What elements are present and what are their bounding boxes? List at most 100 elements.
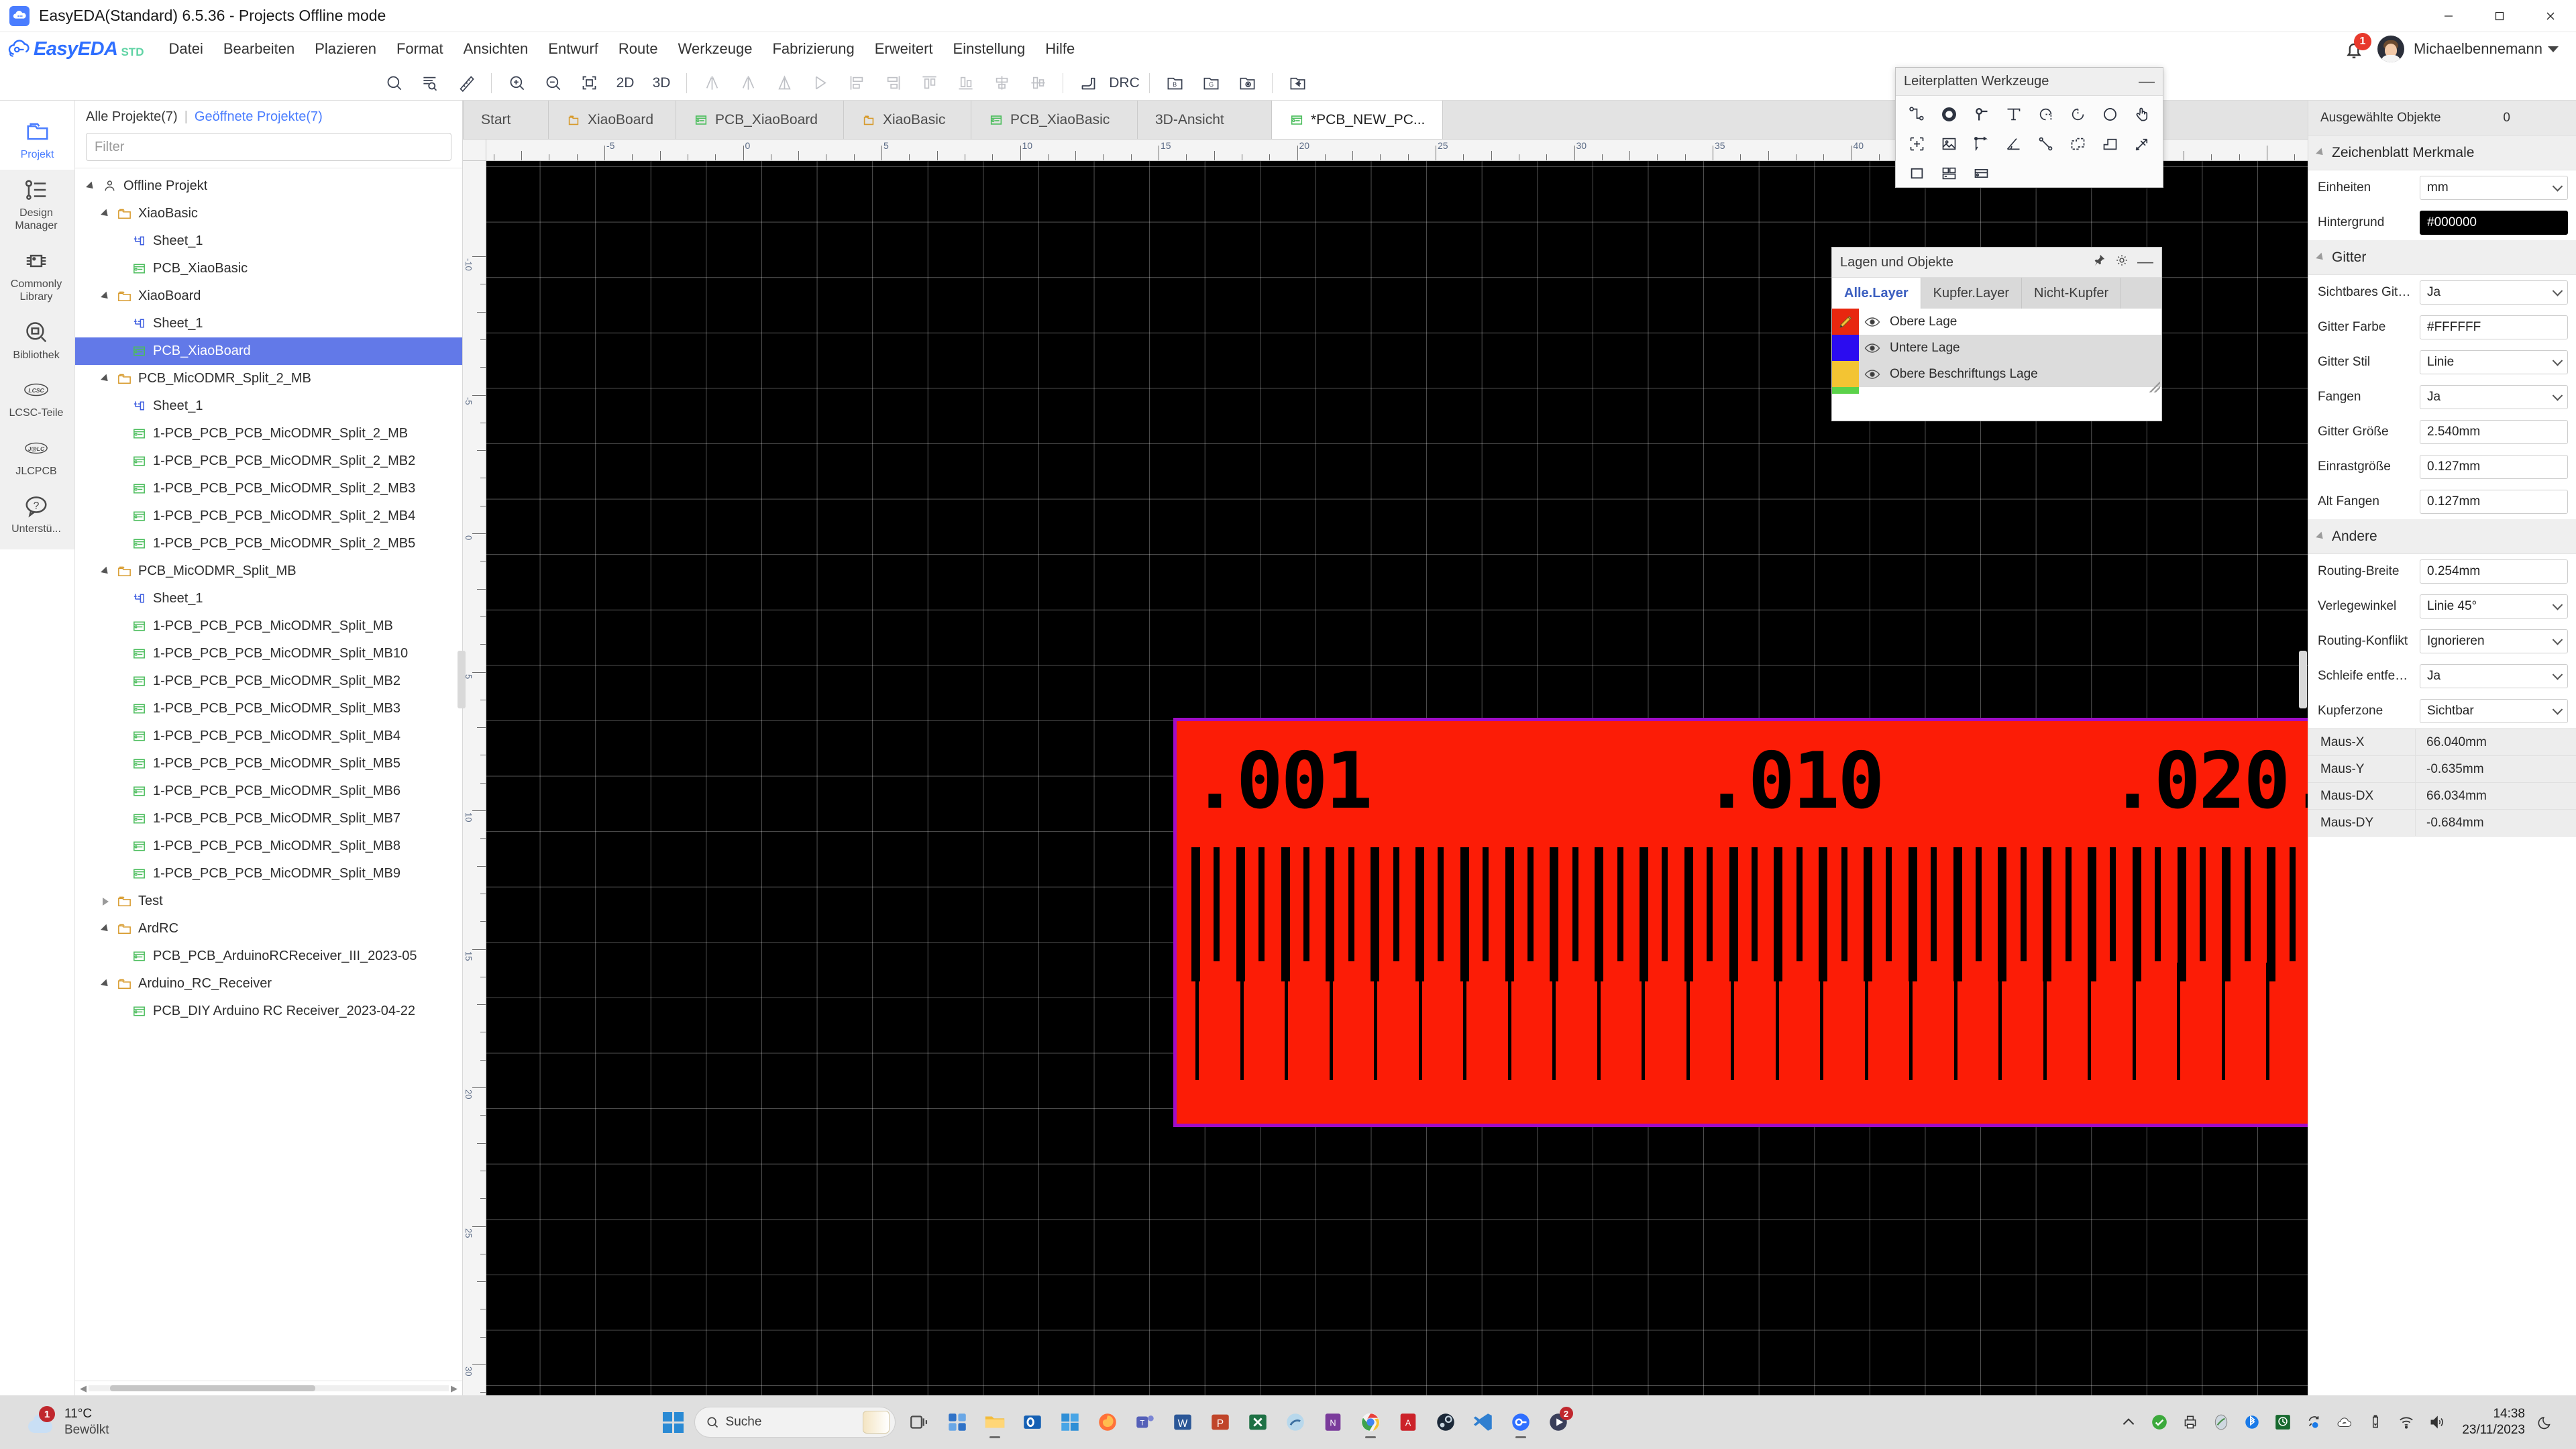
tree-item[interactable]: PCB_MicODMR_Split_MB [75, 557, 462, 585]
tree-item[interactable]: PCB_MicODMR_Split_2_MB [75, 365, 462, 392]
layer-row[interactable]: Obere Lage [1832, 309, 2161, 335]
sidebar-item-unterstuetzung[interactable]: ? Unterstü... [0, 486, 72, 544]
align-top-icon[interactable] [911, 68, 947, 98]
steam-icon[interactable] [1428, 1405, 1463, 1440]
search-input[interactable]: Suche [694, 1407, 896, 1438]
menu-item-einstellung[interactable]: Einstellung [943, 36, 1036, 62]
pick-place-export-icon[interactable] [1229, 68, 1265, 98]
tab-start[interactable]: Start [463, 101, 549, 139]
tree-item[interactable]: PCB_DIY Arduino RC Receiver_2023-04-22 [75, 998, 462, 1025]
sidebar-item-jlcpcb[interactable]: J@LC JLCPCB [0, 428, 72, 486]
tree-expand-arrow-open[interactable] [97, 979, 114, 989]
menu-item-werkzeuge[interactable]: Werkzeuge [668, 36, 763, 62]
property-group-header[interactable]: Gitter [2308, 240, 2576, 275]
project-tree-hscrollbar[interactable]: ◀ ▶ [75, 1381, 462, 1395]
property-group-header[interactable]: Zeichenblatt Merkmale [2308, 136, 2576, 170]
tab-pcb-xiaobasic[interactable]: PCB_XiaoBasic [971, 101, 1138, 139]
panelize-icon[interactable] [1933, 159, 1964, 187]
align-right-icon[interactable] [875, 68, 911, 98]
property-select[interactable]: Sichtbar [2420, 699, 2568, 723]
tree-expand-arrow-open[interactable] [97, 374, 114, 384]
image-icon[interactable] [1933, 129, 1964, 158]
tree-item[interactable]: PCB_XiaoBasic [75, 255, 462, 282]
tree-item[interactable]: ArdRC [75, 915, 462, 943]
sidebar-item-lcsc-teile[interactable]: LCSC LCSC-Teile [0, 370, 72, 428]
copper-area-icon[interactable] [2062, 129, 2093, 158]
property-input[interactable]: 0.127mm [2420, 455, 2568, 479]
printer-icon[interactable] [2180, 1412, 2200, 1432]
menu-item-hilfe[interactable]: Hilfe [1035, 36, 1085, 62]
measure-icon[interactable] [2127, 129, 2157, 158]
filter-input[interactable] [86, 133, 451, 161]
eye-icon[interactable] [1859, 369, 1886, 380]
user-name[interactable]: Michaelbennemann [2414, 40, 2542, 58]
nvidia-icon[interactable] [2273, 1412, 2293, 1432]
property-input[interactable]: 2.540mm [2420, 420, 2568, 444]
vscode-icon[interactable] [1466, 1405, 1501, 1440]
tree-expand-arrow-open[interactable] [97, 566, 114, 576]
tree-item[interactable]: Sheet_1 [75, 392, 462, 420]
pcb-tools-panel[interactable]: Leiterplatten Werkzeuge — [1895, 67, 2163, 188]
tree-item[interactable]: 1-PCB_PCB_PCB_MicODMR_Split_MB6 [75, 777, 462, 805]
onedrive-icon[interactable] [2334, 1412, 2355, 1432]
layer-color-swatch[interactable] [1832, 335, 1859, 361]
tree-item[interactable]: XiaoBoard [75, 282, 462, 310]
circle-icon[interactable] [2094, 100, 2125, 128]
onenote-icon[interactable]: N [1316, 1405, 1350, 1440]
tree-item[interactable]: 1-PCB_PCB_PCB_MicODMR_Split_2_MB4 [75, 502, 462, 530]
word-icon[interactable]: W [1165, 1405, 1200, 1440]
tree-item[interactable]: 1-PCB_PCB_PCB_MicODMR_Split_MB10 [75, 640, 462, 667]
arc-3point-icon[interactable] [2030, 100, 2061, 128]
find-icon[interactable] [376, 68, 412, 98]
project-tree[interactable]: Offline Projekt XiaoBasic Sheet_1 PCB_XiaoB… [75, 168, 462, 1381]
chevron-up-icon[interactable] [2118, 1412, 2139, 1432]
scroll-left-icon[interactable]: ◀ [78, 1383, 89, 1394]
widgets-icon[interactable] [940, 1405, 975, 1440]
tree-expand-arrow-open[interactable] [97, 209, 114, 219]
security-ok-icon[interactable] [2149, 1412, 2169, 1432]
moon-icon[interactable] [2536, 1412, 2556, 1432]
layer-color-swatch[interactable] [1832, 361, 1859, 387]
layer-color-swatch[interactable] [1832, 309, 1859, 335]
tree-item[interactable]: PCB_PCB_ArduinoRCReceiver_III_2023-05 [75, 943, 462, 970]
layers-tab-nicht-kupfer[interactable]: Nicht-Kupfer [2022, 278, 2122, 309]
sidebar-item-design-manager[interactable]: Design Manager [0, 170, 72, 241]
gerber-export-icon[interactable]: G [1193, 68, 1229, 98]
layers-tab-alle-layer[interactable]: Alle.Layer [1832, 278, 1921, 309]
taskview-icon[interactable] [902, 1405, 937, 1440]
property-select[interactable]: Ja [2420, 385, 2568, 409]
property-input[interactable]: 0.127mm [2420, 490, 2568, 514]
board-outline-icon[interactable] [1966, 159, 1996, 187]
tab-xiaobasic[interactable]: XiaoBasic [844, 101, 971, 139]
pin-icon[interactable] [2092, 253, 2106, 272]
pad-icon[interactable] [1966, 100, 1996, 128]
menu-item-fabrizierung[interactable]: Fabrizierung [762, 36, 864, 62]
tree-expand-arrow-open[interactable] [97, 924, 114, 934]
resize-handle-icon[interactable] [2149, 382, 2160, 392]
menu-item-format[interactable]: Format [386, 36, 453, 62]
close-icon[interactable] [2525, 0, 2576, 32]
import-back-icon[interactable] [1279, 68, 1316, 98]
property-select[interactable]: mm [2420, 176, 2568, 200]
property-select[interactable]: Linie 45° [2420, 594, 2568, 619]
menu-item-entwurf[interactable]: Entwurf [538, 36, 608, 62]
canvas-right-handle[interactable] [2299, 651, 2307, 708]
via-icon[interactable] [1933, 100, 1964, 128]
view-3d-button[interactable]: 3D [643, 68, 680, 98]
minimize-icon[interactable] [2423, 0, 2474, 32]
tree-item[interactable]: 1-PCB_PCB_PCB_MicODMR_Split_2_MB5 [75, 530, 462, 557]
menu-item-plazieren[interactable]: Plazieren [305, 36, 386, 62]
view-2d-button[interactable]: 2D [607, 68, 643, 98]
menu-item-ansichten[interactable]: Ansichten [453, 36, 539, 62]
notification-bell-icon[interactable]: 1 [2343, 33, 2371, 62]
layer-color-swatch[interactable] [1832, 387, 1859, 394]
wifi-icon[interactable] [2396, 1412, 2416, 1432]
crosshair-icon[interactable] [1901, 129, 1932, 158]
media-app-icon[interactable]: 2 [1541, 1405, 1576, 1440]
align-left-icon[interactable] [839, 68, 875, 98]
start-button[interactable] [659, 1408, 688, 1436]
minimize-icon[interactable]: — [2137, 254, 2153, 270]
dimension-icon[interactable] [1966, 129, 1996, 158]
tree-item[interactable]: 1-PCB_PCB_PCB_MicODMR_Split_MB9 [75, 860, 462, 888]
property-select[interactable]: Ja [2420, 280, 2568, 305]
